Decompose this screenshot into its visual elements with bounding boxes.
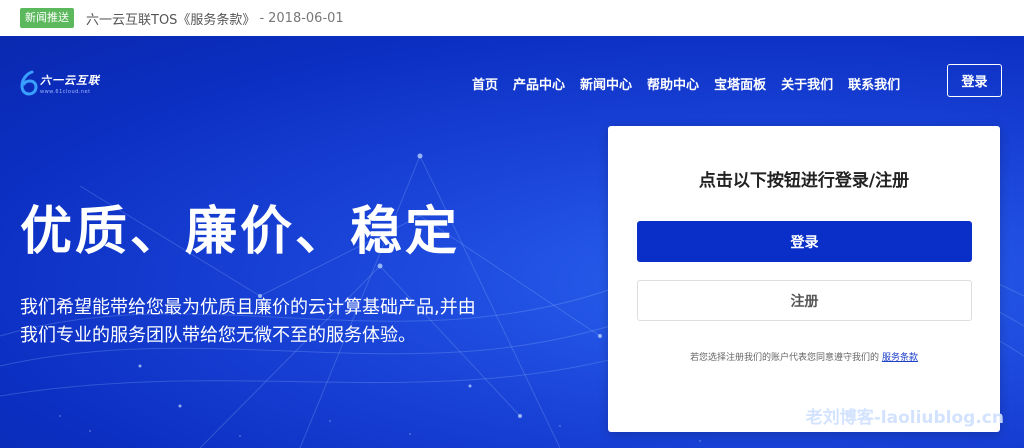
brand-name: 六一云互联: [40, 73, 100, 87]
brand-logo[interactable]: 六一云互联 www.61cloud.net: [20, 70, 100, 96]
six-logo-icon: [20, 70, 38, 96]
nav-item-bt-panel[interactable]: 宝塔面板: [714, 74, 766, 93]
hero-subtitle: 我们希望能带给您最为优质且廉价的云计算基础产品,并由我们专业的服务团队带给您无微…: [20, 297, 476, 346]
nav-item-about[interactable]: 关于我们: [781, 74, 833, 93]
terms-note: 若您选择注册我们的账户代表您同意遵守我们的 服务条款: [608, 350, 1000, 363]
brand-url: www.61cloud.net: [40, 88, 91, 95]
login-button[interactable]: 登录: [637, 221, 972, 262]
header-login-button[interactable]: 登录: [947, 64, 1002, 97]
news-badge: 新闻推送: [20, 8, 74, 28]
main-nav: 首页 产品中心 新闻中心 帮助中心 宝塔面板 关于我们 联系我们: [472, 74, 915, 93]
nav-item-help[interactable]: 帮助中心: [647, 74, 699, 93]
news-item[interactable]: 六一云互联TOS《服务条款》 - 2018-06-01: [86, 9, 344, 28]
news-ticker: 新闻推送 六一云互联TOS《服务条款》 - 2018-06-01: [0, 0, 1024, 36]
nav-item-products[interactable]: 产品中心: [513, 74, 565, 93]
nav-item-news[interactable]: 新闻中心: [580, 74, 632, 93]
hero-headline: 优质、廉价、稳定: [20, 202, 461, 262]
nav-item-home[interactable]: 首页: [472, 74, 498, 93]
auth-card-title: 点击以下按钮进行登录/注册: [698, 171, 910, 191]
news-title[interactable]: 六一云互联TOS《服务条款》: [86, 9, 255, 28]
register-button[interactable]: 注册: [637, 280, 972, 321]
nav-item-contact[interactable]: 联系我们: [848, 74, 900, 93]
terms-note-text: 若您选择注册我们的账户代表您同意遵守我们的: [690, 353, 880, 363]
terms-link[interactable]: 服务条款: [882, 353, 918, 363]
news-separator: -: [259, 10, 265, 26]
hero-section: 六一云互联 www.61cloud.net 首页 产品中心 新闻中心 帮助中心 …: [0, 36, 1024, 448]
auth-card: 点击以下按钮进行登录/注册 登录 注册 若您选择注册我们的账户代表您同意遵守我们…: [608, 126, 1000, 432]
news-date: 2018-06-01: [268, 10, 344, 26]
blog-watermark: 老刘博客-laoliublog.cn: [805, 408, 1004, 428]
